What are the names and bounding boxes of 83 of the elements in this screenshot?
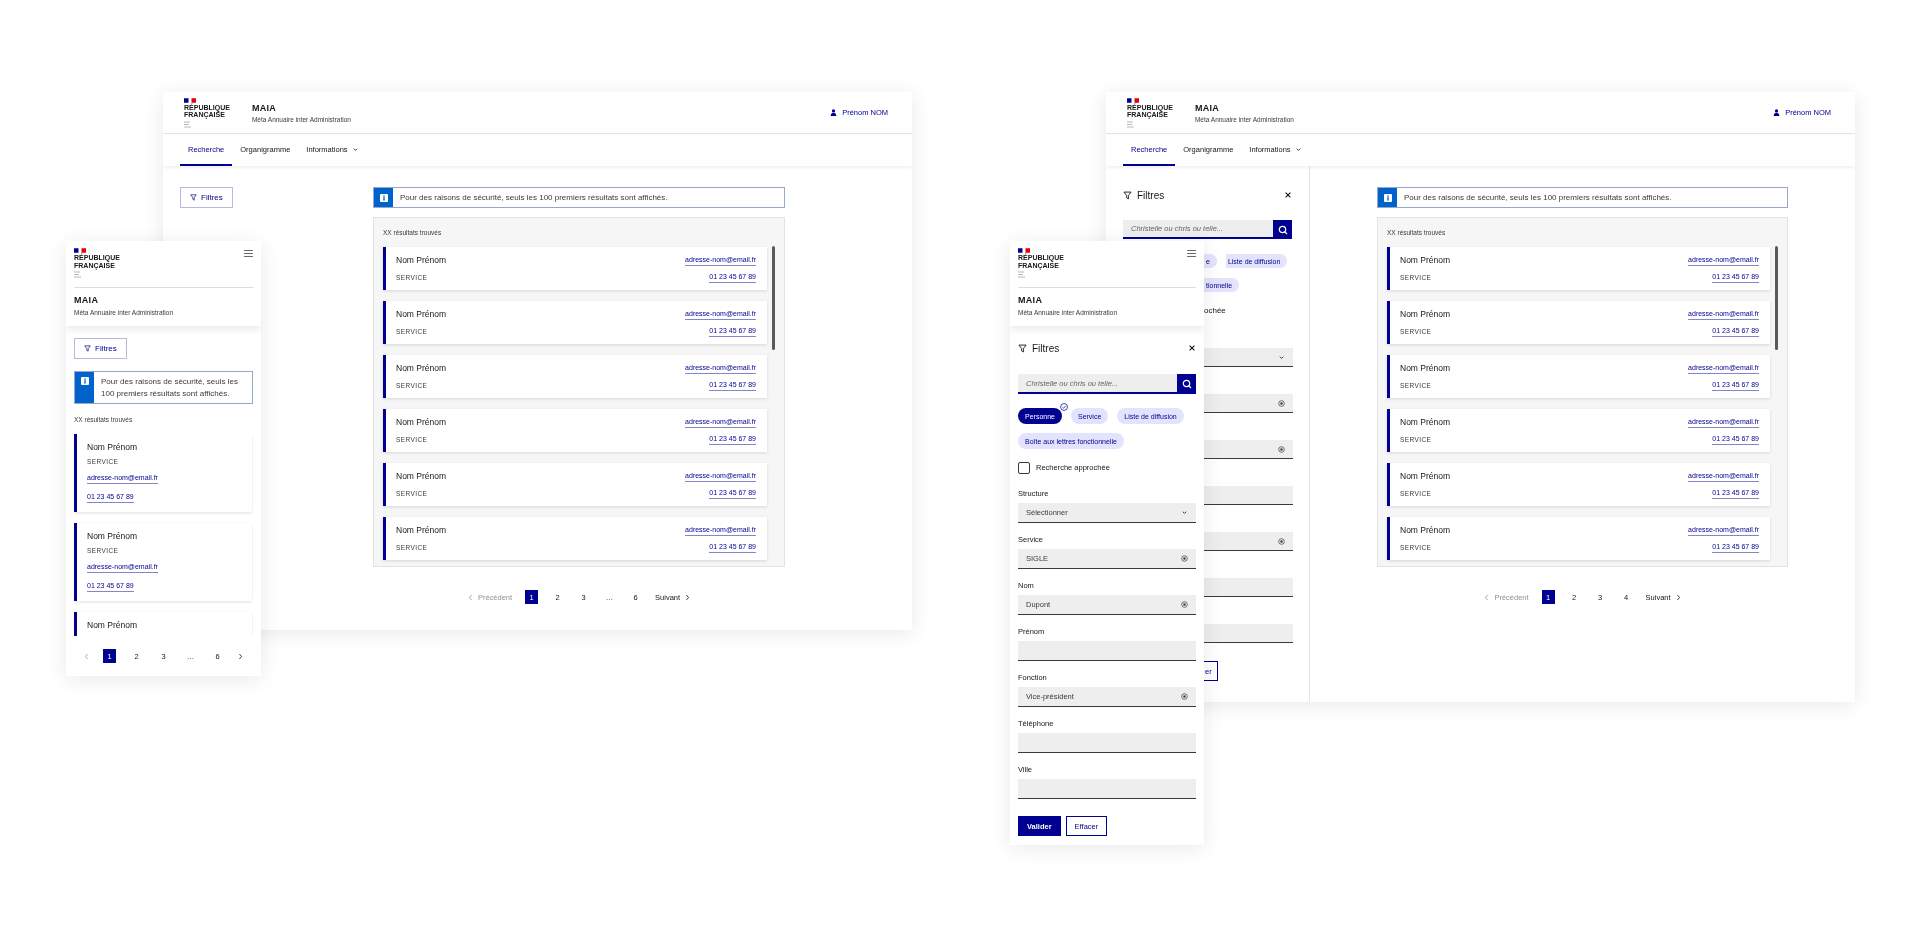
chevron-right-icon: [1675, 593, 1681, 601]
text-field[interactable]: [1018, 779, 1196, 799]
chevron-down-icon: [351, 145, 359, 153]
site-title: MAIA: [1018, 295, 1044, 306]
filter-icon: [190, 194, 197, 201]
person-name: Nom Prénom: [1400, 471, 1451, 481]
chevron-left-icon: [84, 652, 89, 660]
circled-dot-icon[interactable]: [1181, 601, 1188, 608]
info-icon: [1383, 193, 1392, 202]
site-title: MAIA: [74, 295, 100, 306]
chevron-right-icon: [238, 652, 243, 660]
filter-icon: [84, 345, 91, 352]
person-name: Nom Prénom: [1400, 363, 1451, 373]
close-icon[interactable]: [1188, 344, 1196, 352]
motto-lines-icon: [1127, 120, 1137, 128]
text-field[interactable]: [1018, 641, 1196, 661]
filter-icon: [1123, 190, 1132, 200]
person-name: Nom Prénom: [1400, 525, 1451, 535]
filters-button[interactable]: Filtres: [74, 338, 127, 359]
chevron-down-icon: [1294, 145, 1302, 153]
person-name: Nom Prénom: [396, 363, 447, 373]
chevron-right-icon: [685, 593, 691, 601]
motto-lines-icon: [74, 271, 84, 278]
filters-button[interactable]: Filtres: [180, 187, 233, 208]
menu-icon[interactable]: [244, 250, 253, 257]
person-name: Nom Prénom: [396, 255, 447, 265]
person-name: Nom Prénom: [396, 417, 447, 427]
notice-text: Pour des raisons de sécurité, seuls les 100 premiers résultats sont affichés.: [399, 191, 669, 204]
circled-dot-icon[interactable]: [1278, 537, 1285, 545]
person-name: Nom Prénom: [1400, 417, 1451, 427]
circled-dot-icon[interactable]: [1181, 693, 1188, 700]
text-field[interactable]: [1204, 578, 1293, 597]
person-name: Nom Prénom: [396, 471, 447, 481]
select-field[interactable]: [1204, 348, 1293, 367]
search-button[interactable]: [1273, 220, 1292, 239]
person-name: Nom Prénom: [396, 309, 447, 319]
text-field[interactable]: [1204, 624, 1293, 643]
person-name: Nom Prénom: [396, 525, 447, 535]
person-name: Nom Prénom: [1400, 309, 1451, 319]
chevron-down-icon: [1278, 353, 1285, 361]
chevron-left-icon: [1484, 593, 1490, 601]
checkbox-label: ochée: [1204, 305, 1227, 317]
person-name: Nom Prénom: [1400, 255, 1451, 265]
filter-icon: [1018, 343, 1027, 353]
text-field[interactable]: [1204, 532, 1293, 551]
text-field[interactable]: [1204, 440, 1293, 459]
user-icon: [1773, 109, 1781, 116]
text-field[interactable]: [1204, 486, 1293, 505]
flag-icon: [74, 248, 86, 253]
next-page-button[interactable]: [238, 652, 243, 660]
close-icon[interactable]: [1284, 191, 1292, 199]
notice-text: Pour des raisons de sécurité, seuls les 100 premiers résultats sont affichés.: [1403, 191, 1673, 204]
person-name: Nom Prénom: [87, 530, 138, 542]
text-field[interactable]: [1204, 394, 1293, 413]
site-title: MAIA: [1194, 102, 1220, 113]
motto-lines-icon: [1018, 271, 1028, 278]
checkbox[interactable]: [1018, 461, 1030, 474]
scrollbar[interactable]: [772, 246, 775, 350]
notice-text: Pour des raisons de sécurité, seuls les 100 premiers résultats sont affichés.: [100, 375, 239, 400]
info-icon: [80, 377, 89, 385]
circled-dot-icon[interactable]: [1278, 399, 1285, 407]
filters-title: Filtres: [1137, 189, 1165, 201]
info-icon: [379, 193, 388, 202]
check-badge-icon: [1059, 403, 1068, 411]
flag-icon: [184, 97, 196, 103]
scrollbar[interactable]: [1775, 246, 1778, 350]
user-icon: [830, 109, 838, 116]
search-icon: [1277, 224, 1288, 235]
menu-icon[interactable]: [1187, 250, 1196, 257]
chevron-down-icon: [1181, 509, 1188, 516]
search-icon: [1181, 379, 1192, 389]
person-name: Nom Prénom: [87, 441, 138, 453]
site-title: MAIA: [251, 102, 277, 113]
circled-dot-icon[interactable]: [1181, 555, 1188, 562]
circled-dot-icon[interactable]: [1278, 445, 1285, 453]
motto-lines-icon: [184, 120, 194, 128]
flag-icon: [1018, 248, 1030, 253]
person-name: Nom Prénom: [87, 619, 138, 631]
filters-title: Filtres: [1032, 342, 1060, 354]
text-field[interactable]: [1018, 733, 1196, 753]
flag-icon: [1127, 97, 1139, 103]
chevron-left-icon: [467, 593, 473, 601]
search-button[interactable]: [1177, 374, 1196, 394]
